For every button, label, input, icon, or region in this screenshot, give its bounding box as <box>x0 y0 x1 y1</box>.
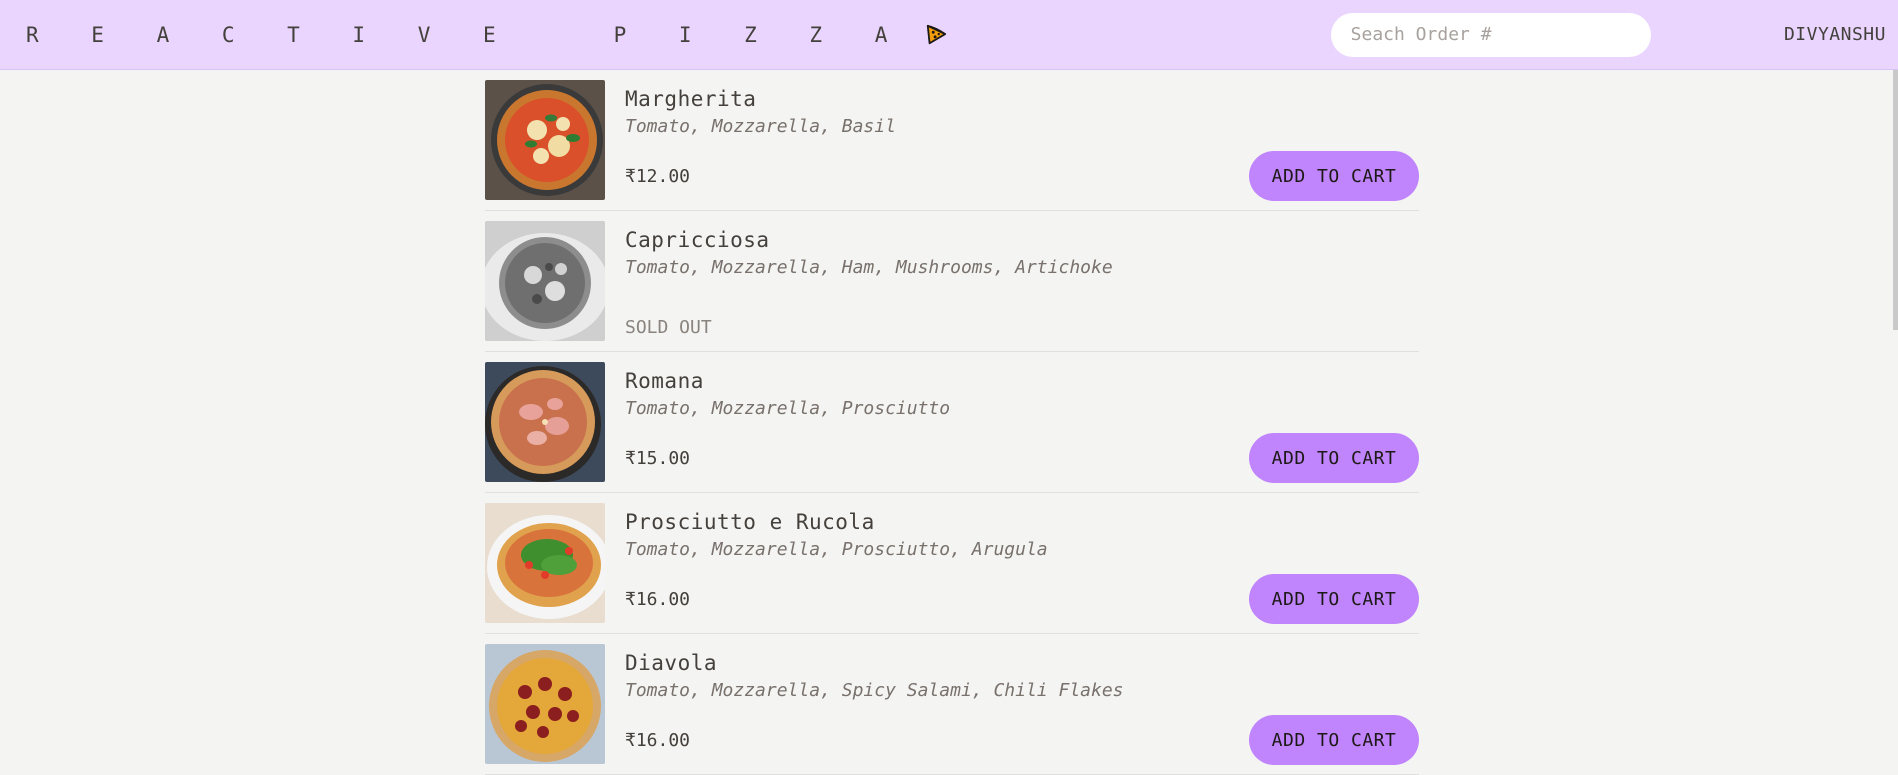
pizza-image <box>485 221 605 341</box>
pizza-ingredients: Tomato, Mozzarella, Spicy Salami, Chili … <box>625 680 1124 701</box>
pizza-name: Prosciutto e Rucola <box>625 510 875 534</box>
menu-item: Romana Tomato, Mozzarella, Prosciutto ₹1… <box>485 352 1419 493</box>
menu-list: Margherita Tomato, Mozzarella, Basil ₹12… <box>479 70 1419 775</box>
brand-title[interactable]: R E A C T I V E P I Z Z A <box>26 23 907 47</box>
menu-item: Margherita Tomato, Mozzarella, Basil ₹12… <box>485 70 1419 211</box>
username: DIVYANSHU <box>1783 24 1886 45</box>
pizza-image <box>485 362 605 482</box>
menu-item-info: Capricciosa Tomato, Mozzarella, Ham, Mus… <box>625 221 1419 351</box>
pizza-image <box>485 80 605 200</box>
app-header: R E A C T I V E P I Z Z A DIVYANSHU <box>0 0 1898 70</box>
add-to-cart-button[interactable]: ADD TO CART <box>1249 433 1419 483</box>
pizza-price: ₹15.00 <box>625 448 691 469</box>
menu-item: Diavola Tomato, Mozzarella, Spicy Salami… <box>485 634 1419 775</box>
menu-item-info: Romana Tomato, Mozzarella, Prosciutto ₹1… <box>625 362 1419 492</box>
menu-item: Prosciutto e Rucola Tomato, Mozzarella, … <box>485 493 1419 634</box>
pizza-price: ₹12.00 <box>625 166 691 187</box>
pizza-slice-icon <box>925 24 947 46</box>
menu-item-info: Margherita Tomato, Mozzarella, Basil ₹12… <box>625 80 1419 210</box>
pizza-ingredients: Tomato, Mozzarella, Prosciutto <box>625 398 951 419</box>
add-to-cart-button[interactable]: ADD TO CART <box>1249 715 1419 765</box>
pizza-price: ₹16.00 <box>625 589 691 610</box>
menu-item: Capricciosa Tomato, Mozzarella, Ham, Mus… <box>485 211 1419 352</box>
pizza-price: ₹16.00 <box>625 730 691 751</box>
pizza-name: Diavola <box>625 651 718 675</box>
pizza-name: Margherita <box>625 87 757 111</box>
pizza-name: Romana <box>625 369 704 393</box>
search-order-input[interactable] <box>1330 12 1651 57</box>
brand[interactable]: R E A C T I V E P I Z Z A <box>26 23 947 47</box>
scrollbar[interactable] <box>1893 70 1898 330</box>
add-to-cart-button[interactable]: ADD TO CART <box>1249 151 1419 201</box>
pizza-ingredients: Tomato, Mozzarella, Ham, Mushrooms, Arti… <box>625 257 1113 278</box>
pizza-name: Capricciosa <box>625 228 770 252</box>
sold-out-label: SOLD OUT <box>625 317 712 338</box>
pizza-image <box>485 644 605 764</box>
pizza-image <box>485 503 605 623</box>
menu-item-info: Prosciutto e Rucola Tomato, Mozzarella, … <box>625 503 1419 633</box>
menu-item-info: Diavola Tomato, Mozzarella, Spicy Salami… <box>625 644 1419 774</box>
add-to-cart-button[interactable]: ADD TO CART <box>1249 574 1419 624</box>
pizza-ingredients: Tomato, Mozzarella, Basil <box>625 116 896 137</box>
pizza-ingredients: Tomato, Mozzarella, Prosciutto, Arugula <box>625 539 1048 560</box>
